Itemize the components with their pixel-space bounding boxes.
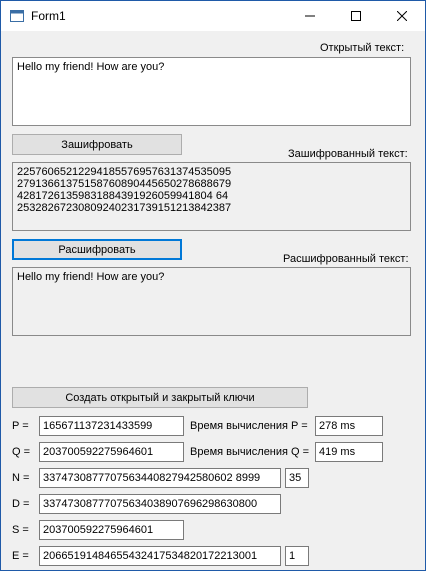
decrypted-text-output[interactable]: Hello my friend! How are you? [12,267,411,336]
e-label: E = [12,550,29,562]
maximize-button[interactable] [333,1,379,31]
minimize-icon [305,15,315,17]
n-label: N = [12,472,30,484]
app-icon [10,9,24,23]
encrypted-text-label: Зашифрованный текст: [288,148,408,160]
q-label: Q = [12,446,31,458]
close-icon [397,11,407,21]
e-field[interactable]: 20665191484655432417534820172213001 [39,546,281,566]
maximize-icon [351,11,361,21]
open-text-label: Открытый текст: [320,42,405,54]
title-bar: Form1 [1,1,425,31]
p-field[interactable]: 165671137231433599 [39,416,184,436]
minimize-button[interactable] [287,1,333,31]
q-field[interactable]: 203700592275964601 [39,442,184,462]
d-label: D = [12,498,30,510]
s-field[interactable]: 203700592275964601 [39,520,184,540]
time-p-field[interactable]: 278 ms [315,416,383,436]
decrypt-button[interactable]: Расшифровать [12,239,182,260]
close-button[interactable] [379,1,425,31]
open-text-input[interactable]: Hello my friend! How are you? [12,57,411,126]
time-p-label: Время вычисления P = [190,420,308,432]
window-title: Form1 [31,9,66,23]
time-q-label: Время вычисления Q = [190,446,310,458]
decrypted-text-label: Расшифрованный текст: [283,253,409,265]
p-label: P = [12,420,29,432]
n-bits-field[interactable]: 35 [285,468,309,488]
d-field[interactable]: 33747308777075634038907696298630800 [39,494,281,514]
time-q-field[interactable]: 419 ms [315,442,383,462]
encrypted-text-output[interactable]: 22576065212294185576957631374535095 2791… [12,162,411,231]
encrypt-button[interactable]: Зашифровать [12,134,182,155]
s-label: S = [12,524,29,536]
n-field[interactable]: 3374730877707563440827942580602 8999 [39,468,281,488]
create-keys-button[interactable]: Создать открытый и закрытый ключи [12,387,308,408]
app-window: Form1 Открытый текст: Hello my friend! H… [0,0,426,571]
e-extra-field[interactable]: 1 [285,546,309,566]
